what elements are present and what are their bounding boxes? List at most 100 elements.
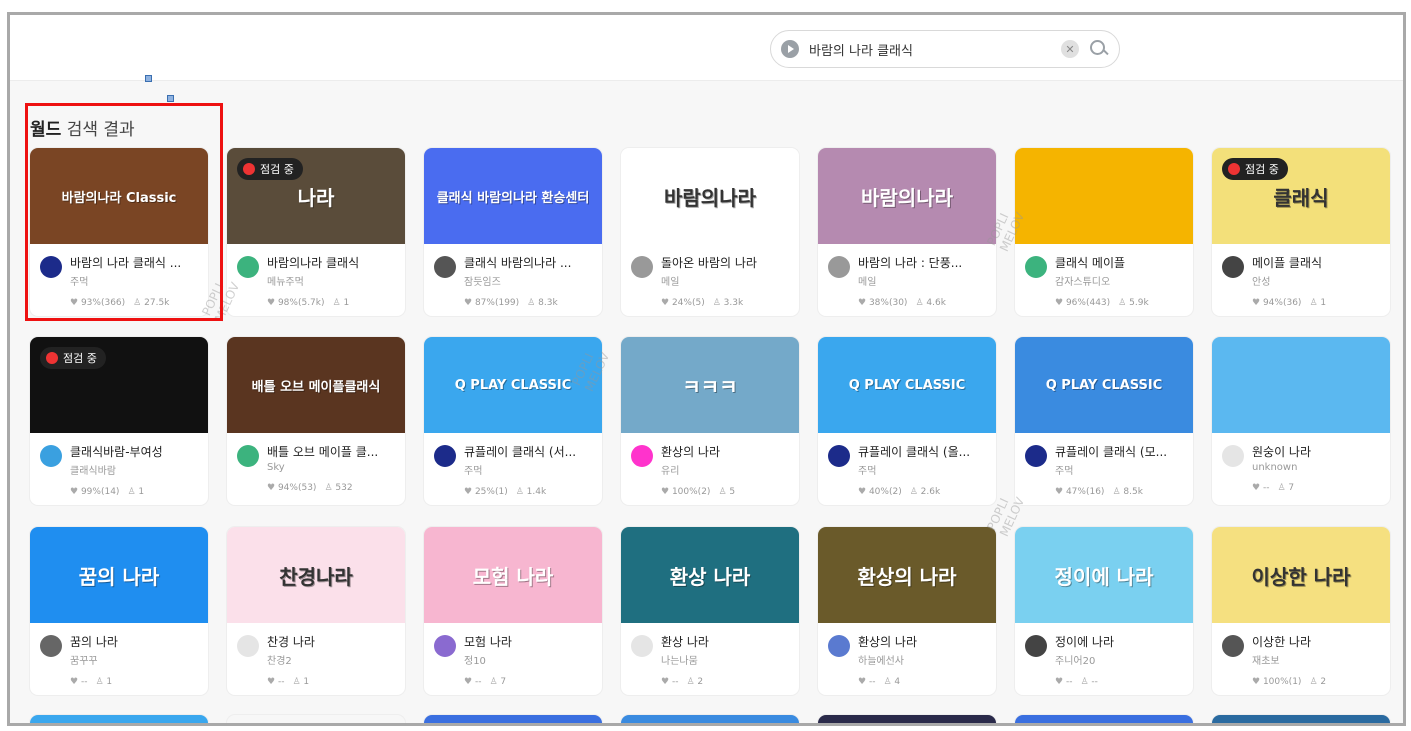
world-thumbnail[interactable]: 배틀 오브 메이플클래식 <box>227 337 405 433</box>
world-card[interactable]: 꿈의 나라 꿈의 나라 꿈꾸꾸 ♥ -- ♙ 1 <box>30 527 208 695</box>
world-card-partial[interactable] <box>424 715 602 723</box>
world-card[interactable]: Q PLAY CLASSIC 큐플레이 클래식 (서... 주먹 ♥ 25%(1) ♙ … <box>424 337 602 505</box>
selection-handle[interactable] <box>167 95 174 102</box>
world-card[interactable]: 환상의 나라 환상의 나라 하늘에선사 ♥ -- ♙ 4 <box>818 527 996 695</box>
world-title[interactable]: 클래식바람-부여성 <box>70 443 198 460</box>
creator-avatar[interactable] <box>1025 635 1047 657</box>
world-thumbnail[interactable]: 환상의 나라 <box>818 527 996 623</box>
world-thumbnail[interactable]: 클래식 바람의나라 환승센터 <box>424 148 602 244</box>
creator-avatar[interactable] <box>40 256 62 278</box>
world-thumbnail[interactable]: Q PLAY CLASSIC <box>818 337 996 433</box>
world-thumbnail[interactable]: 꿈의 나라 <box>30 527 208 623</box>
creator-name[interactable]: 주니어20 <box>1055 652 1183 667</box>
creator-name[interactable]: 주먹 <box>1055 462 1183 477</box>
creator-name[interactable]: 찬경2 <box>267 652 395 667</box>
creator-name[interactable]: 유리 <box>661 462 789 477</box>
world-thumbnail[interactable]: 이상한 나라 <box>1212 527 1390 623</box>
creator-name[interactable]: 메뉴주먹 <box>267 273 395 288</box>
search-icon[interactable] <box>1089 39 1109 59</box>
world-thumbnail[interactable]: 점검 중 <box>30 337 208 433</box>
creator-name[interactable]: 잠듯임즈 <box>464 273 592 288</box>
creator-avatar[interactable] <box>237 635 259 657</box>
world-title[interactable]: 큐플레이 클래식 (모... <box>1055 443 1183 460</box>
world-title[interactable]: 돌아온 바람의 나라 <box>661 254 789 271</box>
creator-avatar[interactable] <box>631 445 653 467</box>
world-card-partial[interactable] <box>1015 715 1193 723</box>
creator-name[interactable]: 정10 <box>464 652 592 667</box>
world-title[interactable]: 메이플 클래식 <box>1252 254 1380 271</box>
creator-name[interactable]: 나는나뭄 <box>661 652 789 667</box>
creator-avatar[interactable] <box>1025 256 1047 278</box>
world-title[interactable]: 원숭이 나라 <box>1252 443 1380 460</box>
world-card[interactable]: 클래식 바람의나라 환승센터 클래식 바람의나라 ... 잠듯임즈 ♥ 87%(199… <box>424 148 602 316</box>
world-title[interactable]: 클래식 메이플 <box>1055 254 1183 271</box>
world-title[interactable]: 큐플레이 클래식 (올... <box>858 443 986 460</box>
creator-avatar[interactable] <box>434 635 456 657</box>
creator-avatar[interactable] <box>1222 256 1244 278</box>
creator-name[interactable]: Sky <box>267 462 395 473</box>
world-card[interactable]: 배틀 오브 메이플클래식 배틀 오브 메이플 클... Sky ♥ 94%(53) ♙ … <box>227 337 405 505</box>
world-card[interactable]: 점검 중 클래식바람-부여성 클래식바람 ♥ 99%(14) ♙ 1 <box>30 337 208 505</box>
creator-name[interactable]: 클래식바람 <box>70 462 198 477</box>
world-title[interactable]: 바람의나라 클래식 <box>267 254 395 271</box>
world-card[interactable]: 이상한 나라 이상한 나라 재초보 ♥ 100%(1) ♙ 2 <box>1212 527 1390 695</box>
world-thumbnail[interactable]: Q PLAY CLASSIC <box>424 337 602 433</box>
creator-avatar[interactable] <box>434 256 456 278</box>
world-card[interactable]: Q PLAY CLASSIC 큐플레이 클래식 (모... 주먹 ♥ 47%(16) ♙… <box>1015 337 1193 505</box>
world-card-partial[interactable] <box>818 715 996 723</box>
world-thumbnail[interactable]: 찬경나라 <box>227 527 405 623</box>
creator-name[interactable]: 하늘에선사 <box>858 652 986 667</box>
creator-avatar[interactable] <box>828 445 850 467</box>
world-title[interactable]: 바람의 나라 : 단풍... <box>858 254 986 271</box>
world-thumbnail[interactable]: ㅋㅋㅋ <box>621 337 799 433</box>
creator-name[interactable]: 재초보 <box>1252 652 1380 667</box>
creator-avatar[interactable] <box>1222 635 1244 657</box>
search-bar[interactable]: ✕ <box>770 30 1120 68</box>
creator-avatar[interactable] <box>237 445 259 467</box>
creator-avatar[interactable] <box>434 445 456 467</box>
world-thumbnail[interactable] <box>1015 148 1193 244</box>
world-thumbnail[interactable]: 모험 나라 <box>424 527 602 623</box>
world-card-partial[interactable] <box>621 715 799 723</box>
creator-avatar[interactable] <box>828 635 850 657</box>
world-thumbnail[interactable] <box>1212 337 1390 433</box>
creator-avatar[interactable] <box>828 256 850 278</box>
world-card[interactable]: 점검 중 나라 바람의나라 클래식 메뉴주먹 ♥ 98%(5.7k) ♙ 1 <box>227 148 405 316</box>
world-thumbnail[interactable]: 정이에 나라 <box>1015 527 1193 623</box>
world-card[interactable]: 모험 나라 모험 나라 정10 ♥ -- ♙ 7 <box>424 527 602 695</box>
world-card[interactable]: 정이에 나라 정이에 나라 주니어20 ♥ -- ♙ -- <box>1015 527 1193 695</box>
world-card[interactable]: ㅋㅋㅋ 환상의 나라 유리 ♥ 100%(2) ♙ 5 <box>621 337 799 505</box>
world-card-partial[interactable] <box>227 715 405 723</box>
world-thumbnail[interactable]: 점검 중 나라 <box>227 148 405 244</box>
world-title[interactable]: 꿈의 나라 <box>70 633 198 650</box>
world-title[interactable]: 클래식 바람의나라 ... <box>464 254 592 271</box>
creator-avatar[interactable] <box>631 635 653 657</box>
creator-avatar[interactable] <box>40 445 62 467</box>
world-card-partial[interactable] <box>30 715 208 723</box>
world-title[interactable]: 환상의 나라 <box>858 633 986 650</box>
creator-avatar[interactable] <box>1025 445 1047 467</box>
creator-name[interactable]: 메일 <box>661 273 789 288</box>
creator-avatar[interactable] <box>40 635 62 657</box>
world-card[interactable]: 바람의나라 Classic 바람의 나라 클래식 ... 주먹 ♥ 93%(366) ♙… <box>30 148 208 316</box>
world-title[interactable]: 정이에 나라 <box>1055 633 1183 650</box>
creator-name[interactable]: unknown <box>1252 462 1380 473</box>
world-card[interactable]: 클래식 메이플 감자스튜디오 ♥ 96%(443) ♙ 5.9k <box>1015 148 1193 316</box>
world-title[interactable]: 이상한 나라 <box>1252 633 1380 650</box>
world-title[interactable]: 환상 나라 <box>661 633 789 650</box>
creator-name[interactable]: 꿈꾸꾸 <box>70 652 198 667</box>
creator-name[interactable]: 안성 <box>1252 273 1380 288</box>
selection-handle[interactable] <box>145 75 152 82</box>
world-card[interactable]: 찬경나라 찬경 나라 찬경2 ♥ -- ♙ 1 <box>227 527 405 695</box>
world-card[interactable]: 점검 중 클래식 메이플 클래식 안성 ♥ 94%(36) ♙ 1 <box>1212 148 1390 316</box>
creator-name[interactable]: 주먹 <box>70 273 198 288</box>
search-input[interactable] <box>809 41 1061 57</box>
world-card[interactable]: 바람의나라 돌아온 바람의 나라 메일 ♥ 24%(5) ♙ 3.3k <box>621 148 799 316</box>
world-thumbnail[interactable]: Q PLAY CLASSIC <box>1015 337 1193 433</box>
world-title[interactable]: 바람의 나라 클래식 ... <box>70 254 198 271</box>
creator-avatar[interactable] <box>1222 445 1244 467</box>
world-thumbnail[interactable]: 환상 나라 <box>621 527 799 623</box>
world-thumbnail[interactable]: 바람의나라 <box>621 148 799 244</box>
world-title[interactable]: 모험 나라 <box>464 633 592 650</box>
world-card[interactable]: Q PLAY CLASSIC 큐플레이 클래식 (올... 주먹 ♥ 40%(2) ♙ … <box>818 337 996 505</box>
